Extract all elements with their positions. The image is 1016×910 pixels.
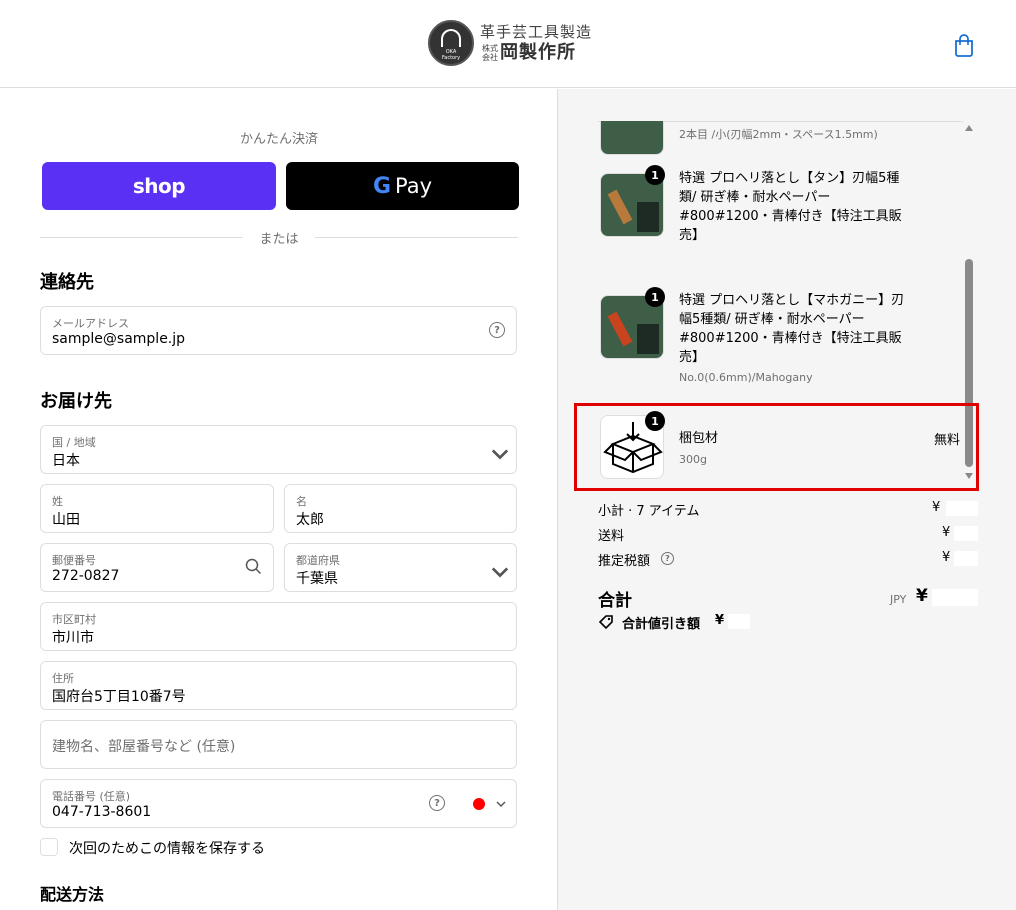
help-icon[interactable]: ? [661,552,674,565]
city-field[interactable]: 市区町村 市川市 [40,602,517,651]
subtotal-value: ¥ [932,500,941,515]
shop-pay-button[interactable]: shop [42,162,276,210]
country-select[interactable]: 国 / 地域 日本 [40,425,517,474]
last-name-label: 姓 [52,495,63,508]
cart-item: 1 特選 プロヘリ落とし【マホガニー】刃幅5種類/ 研ぎ棒・耐水ペーパー#800… [598,287,978,391]
google-pay-label: Pay [395,174,433,198]
shipping-value: ¥ [942,525,951,540]
phone-value: 047-713-8601 [52,804,152,820]
shop-pay-label: shop [132,174,186,198]
logo-emblem: OKA Factory [428,20,474,66]
email-field[interactable]: メールアドレス sample@sample.jp ? [40,306,517,355]
logo-tagline: 革手芸工具製造 [480,23,593,41]
quantity-badge: 1 [645,287,665,307]
item-name: 特選 プロヘリ落とし【タン】刃幅5種類/ 研ぎ棒・耐水ペーパー#800#1200… [679,171,902,243]
google-g-icon: G [372,173,392,199]
postal-code-value: 272-0827 [52,568,120,584]
tax-value: ¥ [942,550,951,565]
city-value: 市川市 [52,630,94,646]
delivery-heading: お届け先 [40,391,112,412]
address-field[interactable]: 住所 国府台5丁目10番7号 [40,661,517,710]
building-placeholder: 建物名、部屋番号など (任意) [52,739,236,755]
prefecture-select[interactable]: 都道府県 千葉県 [284,543,517,592]
quantity-badge: 1 [645,165,665,185]
prefecture-value: 千葉県 [296,571,338,587]
shipping-label: 送料 [598,529,625,544]
postal-code-field[interactable]: 郵便番号 272-0827 [40,543,274,592]
chevron-down-icon [496,801,506,808]
logo-emblem-text: OKA Factory [441,49,461,61]
address-value: 国府台5丁目10番7号 [52,689,186,705]
phone-field[interactable]: 電話番号 (任意) 047-713-8601 ? [40,779,517,828]
tax-label: 推定税額 [598,554,651,569]
email-value: sample@sample.jp [52,331,186,347]
save-info-label: 次回のためこの情報を保存する [69,841,265,857]
search-icon[interactable] [245,558,262,575]
cart-item: 2本目 /小(刃幅2mm・スペース1.5mm) [598,121,978,155]
city-label: 市区町村 [52,613,96,626]
first-name-label: 名 [296,495,307,508]
product-image [600,121,664,155]
chevron-down-icon [491,449,509,460]
country-flag-selector[interactable] [473,796,509,812]
email-label: メールアドレス [52,317,129,330]
flag-icon [473,798,485,810]
chevron-down-icon [491,567,509,578]
logo-company-type: 株式 会社 [482,44,498,62]
help-icon[interactable]: ? [429,795,445,811]
country-label: 国 / 地域 [52,436,96,449]
shopping-bag-icon[interactable] [953,33,975,57]
item-variant: No.0(0.6mm)/Mahogany [679,371,813,384]
item-variant: 2本目 /小(刃幅2mm・スペース1.5mm) [679,128,878,141]
scroll-up-icon[interactable] [965,125,973,131]
address-label: 住所 [52,672,74,685]
prefecture-label: 都道府県 [296,554,340,567]
header: OKA Factory 革手芸工具製造 株式 会社 岡製作所 [0,0,1016,88]
store-logo[interactable]: OKA Factory 革手芸工具製造 株式 会社 岡製作所 [428,20,592,66]
logo-company-name: 岡製作所 [500,42,576,63]
discount-value: ¥ [715,613,725,628]
first-name-value: 太郎 [296,512,324,528]
contact-heading: 連絡先 [40,272,94,293]
building-field[interactable]: 建物名、部屋番号など (任意) [40,720,517,769]
postal-code-label: 郵便番号 [52,554,96,567]
phone-label: 電話番号 (任意) [52,790,131,803]
total-value: ¥ [916,586,928,606]
help-icon[interactable]: ? [489,322,505,338]
currency-code: JPY [890,593,907,606]
order-summary: 2本目 /小(刃幅2mm・スペース1.5mm) 1 特選 プロヘリ落とし【タン】… [557,89,1016,910]
highlight-box [574,403,979,491]
divider-label: または [243,228,315,247]
item-name: 特選 プロヘリ落とし【マホガニー】刃幅5種類/ 研ぎ棒・耐水ペーパー#800#1… [679,293,905,365]
total-label: 合計 [598,591,632,611]
cart-item: 1 特選 プロヘリ落とし【タン】刃幅5種類/ 研ぎ棒・耐水ペーパー#800#12… [598,165,978,269]
tag-icon [598,615,613,630]
discount-label: 合計値引き額 [622,617,701,632]
total-row: 合計 JPY ¥ [598,586,978,616]
first-name-field[interactable]: 名 太郎 [284,484,517,533]
save-info-checkbox[interactable] [40,838,58,856]
country-value: 日本 [52,453,80,469]
last-name-field[interactable]: 姓 山田 [40,484,274,533]
checkout-form: かんたん決済 shop G Pay または 連絡先 メールアドレス sample… [0,89,557,910]
shipping-method-heading: 配送方法 [40,885,105,904]
subtotal-label: 小計 · 7 アイテム [598,504,700,519]
last-name-value: 山田 [52,512,80,528]
google-pay-button[interactable]: G Pay [286,162,519,210]
express-checkout-title: かんたん決済 [239,132,318,147]
